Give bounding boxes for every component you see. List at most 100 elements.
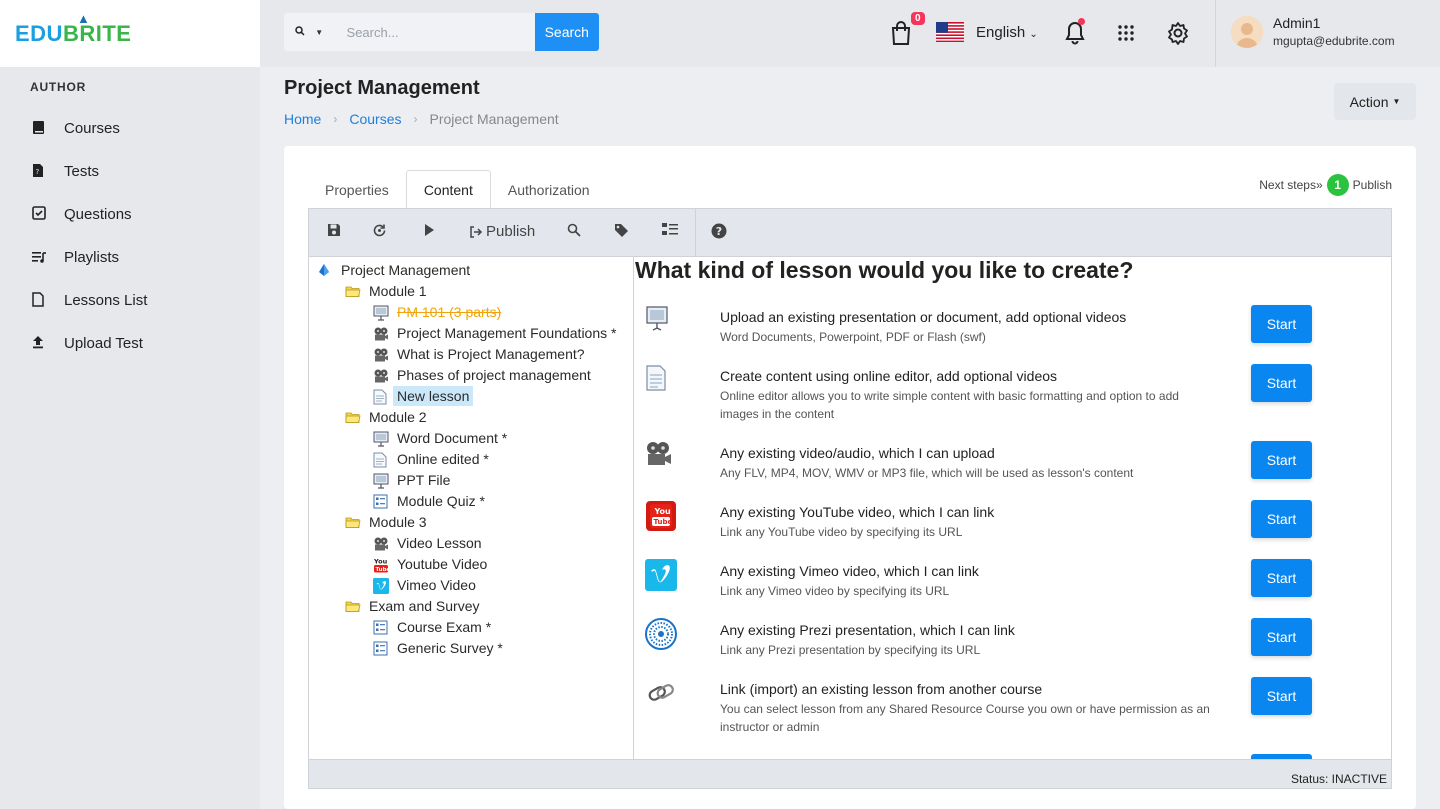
sidebar-item-playlists[interactable]: Playlists xyxy=(0,236,260,279)
tree-node[interactable]: Generic Survey * xyxy=(373,637,503,658)
gear-icon[interactable] xyxy=(1166,21,1190,45)
play-icon[interactable] xyxy=(423,223,435,237)
video-reel-icon xyxy=(373,347,388,361)
video-reel-icon xyxy=(645,441,677,473)
tree-node[interactable]: Phases of project management xyxy=(373,364,591,385)
lesson-option-title: Create content using online editor, add … xyxy=(720,368,1058,384)
help-icon[interactable]: ? xyxy=(711,223,727,239)
tree-node[interactable]: PM 101 (3 parts) xyxy=(373,301,501,322)
tag-icon[interactable] xyxy=(614,223,629,238)
topbar-divider xyxy=(1215,0,1216,67)
apps-grid-icon[interactable] xyxy=(1117,24,1135,42)
language-label: English xyxy=(976,24,1026,41)
start-button[interactable]: Start xyxy=(1251,500,1312,538)
tree-node[interactable]: You Tube Youtube Video xyxy=(373,553,487,574)
tree-node[interactable]: Module 1 xyxy=(345,280,427,301)
action-label: Action xyxy=(1349,93,1389,110)
breadcrumb-courses[interactable]: Courses xyxy=(349,111,401,127)
next-step-publish[interactable]: Publish xyxy=(1353,178,1392,192)
search-button[interactable]: Search xyxy=(534,13,599,51)
logo-box[interactable]: EDUBRITE ▲ xyxy=(0,0,260,67)
start-button[interactable]: Start xyxy=(1251,441,1312,479)
tree-node[interactable]: Module 3 xyxy=(345,511,427,532)
lesson-option-title: Upload an existing presentation or docum… xyxy=(720,309,1127,325)
tree-node[interactable]: Online edited * xyxy=(373,448,489,469)
tree-node-label: Module 2 xyxy=(369,408,427,425)
search-icon[interactable] xyxy=(567,223,581,237)
lesson-option-description: Link any YouTube video by specifying its… xyxy=(720,525,963,539)
tree-node[interactable]: Exam and Survey xyxy=(345,595,480,616)
quiz-icon xyxy=(373,641,388,655)
tab-properties[interactable]: Properties xyxy=(308,170,406,209)
lesson-option-description: Word Documents, Powerpoint, PDF or Flash… xyxy=(720,330,986,344)
publish-button[interactable]: Publish xyxy=(469,223,535,240)
tree-node-label: Project Management xyxy=(341,261,471,278)
tab-bar: Properties Content Authorization xyxy=(308,170,607,209)
start-button[interactable]: Start xyxy=(1251,618,1312,656)
shopping-bag-icon[interactable] xyxy=(890,20,912,46)
tree-node-label: PM 101 (3 parts) xyxy=(397,303,502,320)
folder-icon xyxy=(345,599,361,613)
tree-node-label: Module 1 xyxy=(369,282,427,299)
svg-text:You: You xyxy=(654,507,672,516)
sidebar-item-questions[interactable]: Questions xyxy=(0,193,260,236)
start-button[interactable]: Start xyxy=(1251,364,1312,402)
lesson-type-chooser: What kind of lesson would you like to cr… xyxy=(635,257,1391,759)
lesson-option-description: Link any Prezi presentation by specifyin… xyxy=(720,643,981,657)
tree-node[interactable]: New lesson xyxy=(373,385,474,406)
sidebar-item-lessons-list[interactable]: Lessons List xyxy=(0,279,260,322)
file-icon xyxy=(32,291,64,310)
notification-dot xyxy=(1078,18,1085,25)
start-button[interactable]: Start xyxy=(1251,677,1312,715)
status-text: Status: INACTIVE xyxy=(1290,772,1387,786)
tab-authorization[interactable]: Authorization xyxy=(491,170,607,209)
tree-node[interactable]: What is Project Management? xyxy=(373,343,585,364)
main-panel: Properties Content Authorization Next st… xyxy=(284,146,1416,809)
sidebar-item-courses[interactable]: Courses xyxy=(0,107,260,150)
tree-node-label: Module Quiz * xyxy=(397,492,485,509)
tree-node[interactable]: Project Management xyxy=(317,259,470,280)
tree-node-label: Video Lesson xyxy=(397,534,482,551)
avatar[interactable] xyxy=(1231,16,1263,48)
search-type-dropdown[interactable]: ▼ xyxy=(284,13,335,51)
language-selector[interactable]: English ⌄ xyxy=(976,24,1038,41)
tree-node[interactable]: Project Management Foundations * xyxy=(373,322,616,343)
lesson-type-heading: What kind of lesson would you like to cr… xyxy=(635,257,1134,283)
course-editor: Publish ? Project Management Module 1 PM 1… xyxy=(308,208,1392,789)
lesson-option-title: Any existing YouTube video, which I can … xyxy=(720,504,995,520)
edubrite-logo[interactable]: EDUBRITE ▲ xyxy=(15,11,131,47)
refresh-icon[interactable] xyxy=(372,223,387,238)
breadcrumb-home[interactable]: Home xyxy=(284,111,321,127)
sidebar-item-label: Questions xyxy=(64,206,132,223)
list-settings-icon[interactable] xyxy=(662,223,678,236)
tree-node[interactable]: Vimeo Video xyxy=(373,574,476,595)
start-button[interactable]: Start xyxy=(1251,305,1312,343)
video-reel-icon xyxy=(373,326,388,340)
sidebar-item-upload-test[interactable]: Upload Test xyxy=(0,322,260,365)
start-button[interactable]: Start xyxy=(1251,559,1312,597)
tree-node[interactable]: Course Exam * xyxy=(373,616,491,637)
cart-count-badge: 0 xyxy=(911,12,925,25)
search-input[interactable] xyxy=(334,13,535,51)
tree-node-label: Youtube Video xyxy=(397,555,488,572)
toolbar-divider xyxy=(695,209,696,257)
action-button[interactable]: Action ▼ xyxy=(1334,83,1416,120)
sidebar-item-label: Playlists xyxy=(64,249,120,266)
tree-node[interactable]: Video Lesson xyxy=(373,532,482,553)
presentation-icon xyxy=(645,305,677,337)
chevron-down-icon: ⌄ xyxy=(1029,29,1038,40)
lesson-option-description: You can select lesson from any Shared Re… xyxy=(720,702,1210,734)
video-reel-icon xyxy=(373,536,388,550)
us-flag-icon[interactable] xyxy=(936,22,964,42)
user-name[interactable]: Admin1 xyxy=(1273,15,1320,31)
quiz-icon xyxy=(373,494,388,508)
tree-node[interactable]: Word Document * xyxy=(373,427,507,448)
sidebar: EDUBRITE ▲ AUTHOR Courses ? Tests Questi… xyxy=(0,0,260,809)
save-icon[interactable] xyxy=(327,223,341,237)
tree-node[interactable]: PPT File xyxy=(373,469,450,490)
tree-node[interactable]: Module 2 xyxy=(345,406,427,427)
sidebar-item-tests[interactable]: ? Tests xyxy=(0,150,260,193)
tab-content[interactable]: Content xyxy=(405,170,491,209)
caret-down-icon: ▼ xyxy=(315,27,324,37)
tree-node[interactable]: Module Quiz * xyxy=(373,490,485,511)
